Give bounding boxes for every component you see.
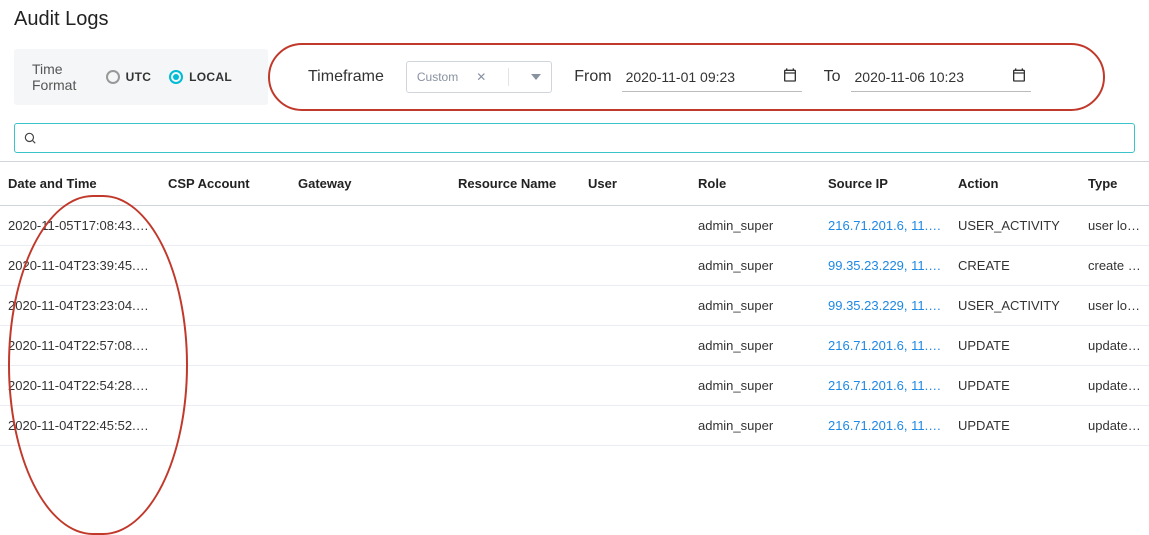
audit-table: Date and Time CSP Account Gateway Resour… bbox=[0, 161, 1149, 446]
cell-csp bbox=[160, 286, 290, 326]
cell-role: admin_super bbox=[690, 286, 820, 326]
calendar-icon[interactable] bbox=[782, 67, 798, 83]
clear-icon[interactable]: ✕ bbox=[476, 70, 486, 84]
cell-gateway bbox=[290, 406, 450, 446]
cell-user bbox=[580, 206, 690, 246]
timeframe-label: Timeframe bbox=[308, 68, 384, 86]
cell-role: admin_super bbox=[690, 246, 820, 286]
cell-type: updated egress-p egress-p bbox=[1080, 326, 1149, 366]
cell-action: UPDATE bbox=[950, 326, 1080, 366]
cell-source-ip[interactable]: 216.71.201.6, 11.1…. bbox=[820, 406, 950, 446]
cell-csp bbox=[160, 326, 290, 366]
to-input[interactable] bbox=[851, 63, 1031, 92]
cell-source-ip[interactable]: 216.71.201.6, 11.1…. bbox=[820, 206, 950, 246]
th-source-ip[interactable]: Source IP bbox=[820, 162, 950, 206]
cell-date: 2020-11-05T17:08:43.960 bbox=[0, 206, 160, 246]
controls-row: Time Format UTC LOCAL Timeframe Custom ✕… bbox=[0, 43, 1149, 119]
cell-role: admin_super bbox=[690, 366, 820, 406]
th-csp[interactable]: CSP Account bbox=[160, 162, 290, 206]
cell-gateway bbox=[290, 286, 450, 326]
cell-type: user login bbox=[1080, 286, 1149, 326]
cell-resource bbox=[450, 246, 580, 286]
cell-gateway bbox=[290, 326, 450, 366]
cell-date: 2020-11-04T22:45:52.466 bbox=[0, 406, 160, 446]
chevron-down-icon bbox=[531, 74, 541, 80]
search-bar[interactable] bbox=[14, 123, 1135, 153]
table-row[interactable]: 2020-11-04T23:39:45.396 admin_super99.35.… bbox=[0, 246, 1149, 286]
timeframe-value: Custom bbox=[417, 70, 458, 84]
cell-role: admin_super bbox=[690, 206, 820, 246]
th-date[interactable]: Date and Time bbox=[0, 162, 160, 206]
th-action[interactable]: Action bbox=[950, 162, 1080, 206]
cell-source-ip[interactable]: 216.71.201.6, 11.1…. bbox=[820, 366, 950, 406]
cell-user bbox=[580, 286, 690, 326]
th-gateway[interactable]: Gateway bbox=[290, 162, 450, 206]
cell-csp bbox=[160, 366, 290, 406]
cell-csp bbox=[160, 206, 290, 246]
timeframe-group: Timeframe Custom ✕ From To bbox=[278, 61, 1135, 93]
table-row[interactable]: 2020-11-04T22:57:08.473 admin_super216.71… bbox=[0, 326, 1149, 366]
cell-resource bbox=[450, 286, 580, 326]
from-input[interactable] bbox=[622, 63, 802, 92]
cell-date: 2020-11-04T23:39:45.396 bbox=[0, 246, 160, 286]
from-label: From bbox=[574, 68, 611, 86]
cell-date: 2020-11-04T22:54:28.639 bbox=[0, 366, 160, 406]
table-row[interactable]: 2020-11-04T22:54:28.639 admin_super216.71… bbox=[0, 366, 1149, 406]
cell-role: admin_super bbox=[690, 406, 820, 446]
search-input[interactable] bbox=[37, 130, 1126, 146]
cell-gateway bbox=[290, 246, 450, 286]
radio-utc[interactable]: UTC bbox=[106, 70, 152, 84]
th-user[interactable]: User bbox=[580, 162, 690, 206]
to-label: To bbox=[824, 68, 841, 86]
radio-local[interactable]: LOCAL bbox=[169, 70, 232, 84]
radio-icon bbox=[169, 70, 183, 84]
radio-local-label: LOCAL bbox=[189, 70, 232, 84]
time-format-label: Time Format bbox=[32, 61, 86, 93]
time-format-box: Time Format UTC LOCAL bbox=[14, 49, 268, 105]
cell-action: UPDATE bbox=[950, 406, 1080, 446]
calendar-icon[interactable] bbox=[1011, 67, 1027, 83]
divider bbox=[508, 68, 509, 86]
cell-resource bbox=[450, 366, 580, 406]
th-resource[interactable]: Resource Name bbox=[450, 162, 580, 206]
cell-action: CREATE bbox=[950, 246, 1080, 286]
cell-type: updated egress-p egress-p bbox=[1080, 366, 1149, 406]
table-row[interactable]: 2020-11-05T17:08:43.960 admin_super216.71… bbox=[0, 206, 1149, 246]
cell-resource bbox=[450, 206, 580, 246]
th-role[interactable]: Role bbox=[690, 162, 820, 206]
cell-source-ip[interactable]: 216.71.201.6, 11.1…. bbox=[820, 326, 950, 366]
cell-user bbox=[580, 326, 690, 366]
timeframe-select[interactable]: Custom ✕ bbox=[406, 61, 552, 93]
cell-action: UPDATE bbox=[950, 366, 1080, 406]
th-type[interactable]: Type bbox=[1080, 162, 1149, 206]
cell-type: user login bbox=[1080, 206, 1149, 246]
page-title: Audit Logs bbox=[0, 0, 1149, 43]
cell-type: create a account setting bbox=[1080, 246, 1149, 286]
table-wrap: Date and Time CSP Account Gateway Resour… bbox=[0, 161, 1149, 446]
cell-action: USER_ACTIVITY bbox=[950, 286, 1080, 326]
cell-type: updated egress-p bbox=[1080, 406, 1149, 446]
search-icon bbox=[23, 131, 37, 145]
cell-user bbox=[580, 406, 690, 446]
cell-date: 2020-11-04T23:23:04.870 bbox=[0, 286, 160, 326]
cell-gateway bbox=[290, 206, 450, 246]
cell-csp bbox=[160, 246, 290, 286]
cell-user bbox=[580, 366, 690, 406]
cell-date: 2020-11-04T22:57:08.473 bbox=[0, 326, 160, 366]
cell-resource bbox=[450, 326, 580, 366]
cell-csp bbox=[160, 406, 290, 446]
cell-resource bbox=[450, 406, 580, 446]
cell-role: admin_super bbox=[690, 326, 820, 366]
table-header-row: Date and Time CSP Account Gateway Resour… bbox=[0, 162, 1149, 206]
radio-utc-label: UTC bbox=[126, 70, 152, 84]
cell-source-ip[interactable]: 99.35.23.229, 11.1…. bbox=[820, 246, 950, 286]
cell-user bbox=[580, 246, 690, 286]
table-row[interactable]: 2020-11-04T23:23:04.870 admin_super99.35.… bbox=[0, 286, 1149, 326]
radio-icon bbox=[106, 70, 120, 84]
cell-action: USER_ACTIVITY bbox=[950, 206, 1080, 246]
cell-gateway bbox=[290, 366, 450, 406]
table-row[interactable]: 2020-11-04T22:45:52.466 admin_super216.71… bbox=[0, 406, 1149, 446]
cell-source-ip[interactable]: 99.35.23.229, 11.1…. bbox=[820, 286, 950, 326]
